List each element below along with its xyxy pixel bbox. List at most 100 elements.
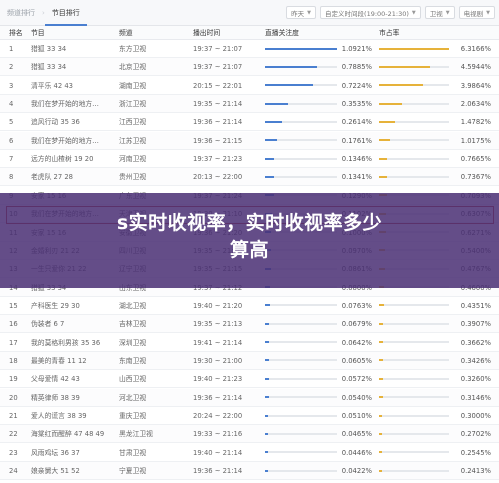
rank-cell: 18 [9,356,18,365]
attention-bar-track [265,102,337,105]
table-row[interactable]: 1 猎狐 33 34 东方卫视 19:37 ~ 21:07 1.0921% 6.3166% [0,40,499,58]
attention-bar-track [265,396,337,399]
share-bar-fill [379,414,383,417]
attention-bar-track [265,47,337,50]
chevron-down-icon: ▼ [445,9,450,16]
attention-value: 0.0510% [341,412,372,420]
share-value: 2.0634% [460,100,491,109]
airtime-cell: 19:30 ~ 21:00 [193,356,243,365]
table-row[interactable]: 19 父母爱情 42 43 山西卫视 19:40 ~ 21:23 0.0572% 0.32… [0,370,499,389]
table-row[interactable]: 6 我们在梦开始的地方… 江苏卫视 19:36 ~ 21:15 0.1761% 1.017… [0,131,499,150]
share-bar-track [379,469,449,472]
table-row[interactable]: 23 风雨鸡坛 36 37 甘肃卫视 19:40 ~ 21:14 0.0446% 0.25… [0,444,499,462]
rank-cell: 7 [9,155,14,164]
channel-cell: 东方卫视 [119,45,147,53]
attention-bar-fill [265,84,313,87]
attention-bar-track [265,414,337,417]
table-row[interactable]: 2 猎狐 33 34 北京卫视 19:37 ~ 21:07 0.7885% 4.5944% [0,58,499,77]
tab-program-ranking[interactable]: 节目排行 [44,0,87,26]
tab-channel-ranking[interactable]: 频道排行 [0,0,42,26]
channel-cell: 甘肃卫视 [119,448,147,457]
program-cell: 产科医生 29 30 [31,301,80,310]
attention-bar-fill [265,414,269,417]
table-row[interactable]: 3 清平乐 42 43 湖南卫视 20:15 ~ 22:01 0.7224% 3.9864… [0,77,499,95]
airtime-cell: 19:36 ~ 21:14 [193,393,243,402]
channel-cell: 山西卫视 [119,375,147,384]
table-row[interactable]: 7 远方的山楂树 19 20 河南卫视 19:37 ~ 21:23 0.1346% 0.7… [0,150,499,169]
attention-bar-fill [265,377,269,380]
share-value: 6.3166% [460,45,491,53]
chevron-down-icon: ▼ [307,9,312,16]
share-bar-fill [379,175,388,178]
header-airtime[interactable]: 播出时间 [193,26,220,40]
attention-bar-fill [265,120,283,123]
attention-bar-track [265,341,337,344]
header-program[interactable]: 节目 [31,26,45,40]
channel-cell: 江苏卫视 [119,136,147,145]
attention-value: 0.1341% [341,173,372,182]
time-range-filter[interactable]: 自定义时间段(19:00-21:30) ▼ [320,6,421,19]
attention-value: 1.0921% [341,45,372,53]
program-cell: 爱人的谎言 38 39 [31,412,87,420]
program-cell: 清平乐 42 43 [31,81,74,90]
header-live-attention[interactable]: 直播关注度 [265,26,299,40]
date-filter[interactable]: 昨天 ▼ [286,6,317,19]
genre-filter-label: 电视剧 [463,9,484,18]
table-row[interactable]: 18 最美的青春 11 12 东南卫视 19:30 ~ 21:00 0.0605% 0.3… [0,351,499,370]
share-bar-fill [379,377,383,380]
rank-cell: 23 [9,448,18,457]
share-value: 0.7367% [460,173,491,182]
share-value: 0.7665% [460,155,491,164]
table-row[interactable]: 8 老虎队 27 28 贵州卫视 20:13 ~ 22:00 0.1341% 0.7367… [0,168,499,187]
airtime-cell: 19:36 ~ 21:14 [193,467,243,476]
table-row[interactable]: 24 娘亲舅大 51 52 宁夏卫视 19:36 ~ 21:14 0.0422% 0.24… [0,462,499,481]
share-bar-fill [379,396,383,399]
share-bar-track [379,451,449,454]
program-cell: 老虎队 27 28 [31,173,74,182]
share-value: 1.0175% [460,136,491,145]
attention-bar-track [265,84,337,87]
share-value: 0.3426% [460,356,491,365]
airtime-cell: 19:40 ~ 21:14 [193,448,243,457]
table-row[interactable]: 20 精英律师 38 39 河北卫视 19:36 ~ 21:14 0.0540% 0.31… [0,388,499,407]
channel-cell: 北京卫视 [119,63,147,72]
rank-cell: 4 [9,100,14,109]
attention-value: 0.3535% [341,100,372,109]
share-bar-track [379,47,449,50]
table-row[interactable]: 21 爱人的谎言 38 39 重庆卫视 20:24 ~ 22:00 0.0510% 0.3… [0,407,499,425]
channel-cell: 重庆卫视 [119,412,147,420]
attention-bar-track [265,322,337,325]
table-row[interactable]: 22 海棠红而醒醉 47 48 49 黑龙江卫视 19:33 ~ 21:16 0.046… [0,425,499,444]
share-bar-fill [379,65,431,68]
table-row[interactable]: 17 我的莫格利男孩 35 36 深圳卫视 19:41 ~ 21:14 0.0642% 0… [0,334,499,352]
airtime-cell: 20:13 ~ 22:00 [193,173,243,182]
header-channel[interactable]: 频道 [119,26,133,40]
table-row[interactable]: 4 我们在梦开始的地方… 浙江卫视 19:35 ~ 21:14 0.3535% 2.063… [0,95,499,114]
channel-cell: 湖北卫视 [119,301,147,310]
attention-bar-track [265,377,337,380]
table-row[interactable]: 5 追风行动 35 36 江西卫视 19:36 ~ 21:14 0.2614% 1.478… [0,113,499,132]
filter-bar: 昨天 ▼ 自定义时间段(19:00-21:30) ▼ 卫视 ▼ 电视剧 ▼ [286,6,495,19]
attention-bar-fill [265,451,268,454]
channel-type-filter[interactable]: 卫视 ▼ [424,6,455,19]
rank-cell: 17 [9,338,18,347]
airtime-cell: 20:15 ~ 22:01 [193,81,243,90]
share-value: 0.3260% [460,375,491,384]
attention-value: 0.7224% [341,81,372,90]
attention-bar-fill [265,432,269,435]
channel-type-filter-label: 卫视 [429,9,443,18]
header-market-share[interactable]: 市占率 [379,26,399,40]
share-value: 1.4782% [460,118,491,127]
share-bar-track [379,304,449,307]
genre-filter[interactable]: 电视剧 ▼ [458,6,495,19]
attention-value: 0.0642% [341,338,372,347]
table-row[interactable]: 15 产科医生 29 30 湖北卫视 19:40 ~ 21:20 0.0763% 0.43… [0,297,499,315]
airtime-cell: 19:41 ~ 21:14 [193,338,243,347]
attention-value: 0.0605% [341,356,372,365]
header-rank[interactable]: 排名 [9,26,23,40]
share-bar-track [379,157,449,160]
share-value: 0.3907% [460,320,491,329]
overlay-title-line-2: 算高 [229,239,269,261]
table-row[interactable]: 16 伪装者 6 7 吉林卫视 19:35 ~ 21:13 0.0679% 0.3907% [0,315,499,334]
rank-cell: 21 [9,412,18,420]
